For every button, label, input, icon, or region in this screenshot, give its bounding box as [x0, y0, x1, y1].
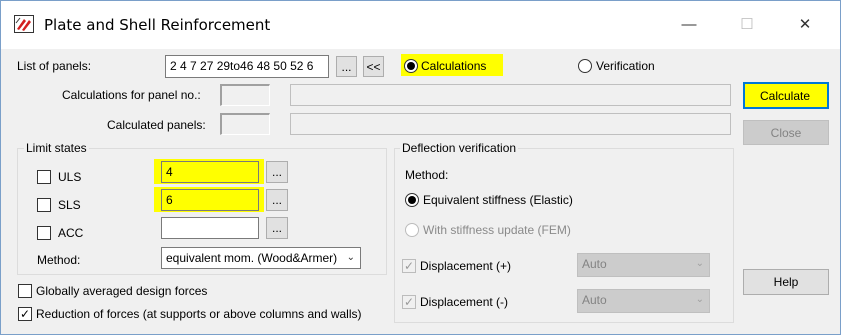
stiffness-update-radio[interactable] — [405, 223, 419, 237]
displacement-plus-value: Auto — [582, 257, 607, 271]
calculations-label: Calculations — [421, 59, 487, 73]
window-title: Plate and Shell Reinforcement — [44, 16, 271, 34]
checkmark-icon: ✓ — [403, 259, 415, 273]
displacement-plus-checkbox[interactable]: ✓ — [402, 259, 416, 273]
global-avg-label: Globally averaged design forces — [36, 284, 208, 298]
chevron-down-icon: ⌄ — [346, 252, 355, 263]
uls-checkbox[interactable] — [37, 170, 51, 184]
dialog-window: Plate and Shell Reinforcement — ☐ ✕ List… — [0, 0, 841, 335]
displacement-minus-label: Displacement (-) — [420, 295, 509, 309]
calculations-radio[interactable] — [404, 59, 418, 73]
close-button[interactable]: Close — [743, 120, 829, 145]
sls-value: 6 — [166, 193, 173, 207]
displacement-plus-select[interactable]: Auto ⌄ — [577, 253, 710, 277]
chevron-down-icon: ⌄ — [695, 258, 704, 269]
deflection-title: Deflection verification — [400, 141, 519, 155]
method-select[interactable]: equivalent mom. (Wood&Armer) ⌄ — [161, 247, 361, 269]
panels-collapse-button[interactable]: << — [363, 56, 384, 77]
reduction-label: Reduction of forces (at supports or abov… — [36, 307, 362, 321]
calculated-panels-bar — [290, 113, 731, 135]
displacement-minus-value: Auto — [582, 293, 607, 307]
calculated-panels-label: Calculated panels: — [107, 118, 206, 132]
close-window-button[interactable]: ✕ — [790, 11, 820, 37]
global-avg-checkbox[interactable] — [18, 284, 32, 298]
verification-label: Verification — [596, 59, 655, 73]
list-of-panels-value: 2 4 7 27 29to46 48 50 52 6 — [170, 59, 314, 73]
deflection-method-label: Method: — [405, 168, 449, 182]
calculate-button[interactable]: Calculate — [743, 82, 829, 109]
acc-checkbox[interactable] — [37, 226, 51, 240]
acc-input[interactable] — [161, 217, 259, 239]
maximize-button[interactable]: ☐ — [732, 11, 762, 37]
calc-for-panel-label: Calculations for panel no.: — [62, 88, 201, 102]
sls-input[interactable]: 6 — [161, 189, 259, 211]
panels-browse-button[interactable]: ... — [336, 56, 357, 77]
list-of-panels-label: List of panels: — [17, 59, 92, 73]
limit-states-title: Limit states — [24, 141, 89, 155]
reduction-checkbox[interactable]: ✓ — [18, 307, 32, 321]
uls-browse-button[interactable]: ... — [266, 161, 288, 183]
stiffness-update-label: With stiffness update (FEM) — [423, 223, 571, 237]
method-label: Method: — [37, 253, 81, 267]
calculated-panels-field — [220, 113, 270, 135]
app-icon — [14, 15, 34, 33]
sls-label: SLS — [58, 198, 81, 212]
checkmark-icon: ✓ — [403, 295, 415, 309]
calc-progress-bar — [290, 84, 731, 106]
calc-for-panel-field — [220, 84, 270, 106]
method-value: equivalent mom. (Wood&Armer) — [166, 251, 338, 265]
uls-input[interactable]: 4 — [161, 161, 259, 183]
minimize-icon: — — [681, 15, 697, 33]
uls-label: ULS — [58, 170, 82, 184]
acc-browse-button[interactable]: ... — [266, 217, 288, 239]
list-of-panels-input[interactable]: 2 4 7 27 29to46 48 50 52 6 — [165, 55, 329, 78]
sls-checkbox[interactable] — [37, 198, 51, 212]
maximize-icon: ☐ — [740, 16, 754, 33]
minimize-button[interactable]: — — [674, 11, 704, 37]
close-icon: ✕ — [798, 16, 812, 33]
equivalent-stiffness-label: Equivalent stiffness (Elastic) — [423, 193, 573, 207]
sls-browse-button[interactable]: ... — [266, 189, 288, 211]
displacement-plus-label: Displacement (+) — [420, 259, 512, 273]
calculate-label: Calculate — [760, 89, 811, 103]
verification-radio[interactable] — [578, 59, 592, 73]
checkmark-icon: ✓ — [19, 307, 31, 321]
displacement-minus-select[interactable]: Auto ⌄ — [577, 289, 710, 313]
uls-value: 4 — [166, 165, 173, 179]
equivalent-stiffness-radio[interactable] — [405, 193, 419, 207]
title-bar: Plate and Shell Reinforcement — ☐ ✕ — [1, 1, 840, 49]
acc-label: ACC — [58, 226, 84, 240]
help-button[interactable]: Help — [743, 269, 829, 295]
chevron-down-icon: ⌄ — [695, 294, 704, 305]
displacement-minus-checkbox[interactable]: ✓ — [402, 295, 416, 309]
